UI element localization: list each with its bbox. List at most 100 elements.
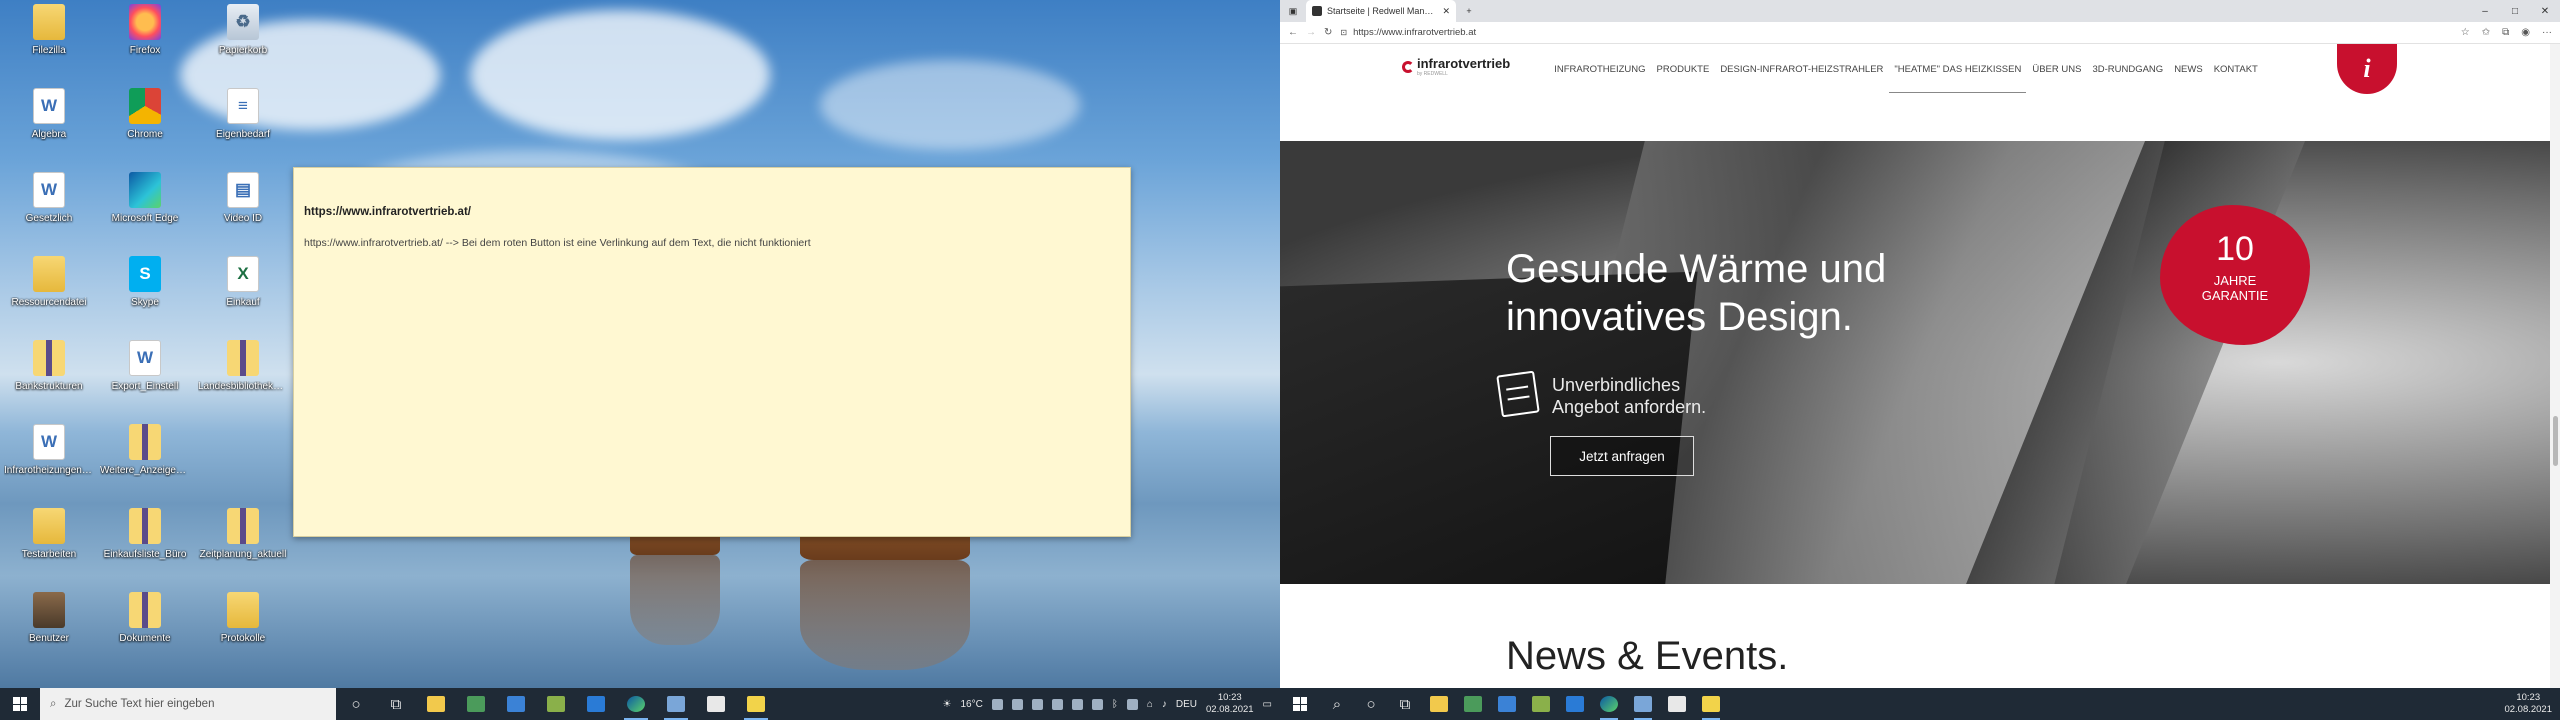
desktop-icon[interactable]: Protokolle bbox=[198, 592, 288, 674]
close-icon[interactable]: ✕ bbox=[2530, 6, 2560, 17]
desktop-icon[interactable]: Weitere_Anzeigen_Ltd bbox=[100, 424, 190, 506]
desktop-icon[interactable]: Testarbeiten bbox=[4, 508, 94, 590]
nav-item[interactable]: 3D-RUNDGANG bbox=[2092, 64, 2163, 75]
desktop-icon[interactable]: W Infrarotheizungen_Sch... bbox=[4, 424, 94, 506]
start-button[interactable] bbox=[0, 688, 40, 720]
desktop-icon[interactable]: S Skype bbox=[100, 256, 190, 338]
app-icon[interactable] bbox=[1456, 688, 1490, 720]
desktop-icon[interactable]: ♻ Papierkorb bbox=[198, 4, 288, 86]
desktop-icon[interactable]: Microsoft Edge bbox=[100, 172, 190, 254]
badge-number: 10 bbox=[2216, 230, 2254, 268]
desktop-icon[interactable]: Ressourcendatei bbox=[4, 256, 94, 338]
desktop-icon[interactable]: W Algebra bbox=[4, 88, 94, 170]
site-logo[interactable]: infrarotvertrieb by REDWELL bbox=[1402, 56, 1510, 77]
edge-taskbar-icon[interactable] bbox=[616, 688, 656, 720]
desktop-icon[interactable]: Firefox bbox=[100, 4, 190, 86]
maximize-icon[interactable]: □ bbox=[2500, 6, 2530, 17]
refresh-icon[interactable]: ↻ bbox=[1324, 27, 1332, 38]
desktop-icon[interactable]: W Export_Einstell bbox=[100, 340, 190, 422]
notifications-icon[interactable]: ▭ bbox=[1263, 699, 1272, 710]
desktop-icon[interactable]: X Einkauf bbox=[198, 256, 288, 338]
app-icon[interactable] bbox=[1626, 688, 1660, 720]
task-view-icon[interactable]: ⧉ bbox=[376, 688, 416, 720]
mail-icon[interactable] bbox=[1490, 688, 1524, 720]
clock[interactable]: 10:23 02.08.2021 bbox=[1206, 692, 1254, 716]
page-scrollbar[interactable] bbox=[2550, 44, 2560, 688]
desktop-icon[interactable]: W Gesetzlich bbox=[4, 172, 94, 254]
mail-icon[interactable] bbox=[496, 688, 536, 720]
remote-desktop-icon[interactable] bbox=[1558, 688, 1592, 720]
desktop-icon[interactable]: Benutzer bbox=[4, 592, 94, 674]
desktop-icon[interactable]: Chrome bbox=[100, 88, 190, 170]
minimize-icon[interactable]: – bbox=[2470, 6, 2500, 17]
app-icon[interactable] bbox=[536, 688, 576, 720]
search-icon[interactable]: ⌕ bbox=[1320, 688, 1354, 720]
desktop-icon-label: Protokolle bbox=[220, 633, 266, 644]
tray-icon[interactable] bbox=[1011, 698, 1023, 710]
nav-item[interactable]: PRODUKTE bbox=[1657, 64, 1710, 75]
favorites-icon[interactable]: ✩ bbox=[2482, 27, 2490, 38]
app-icon[interactable] bbox=[456, 688, 496, 720]
more-icon[interactable]: ··· bbox=[2542, 27, 2552, 38]
browser-tab[interactable]: Startseite | Redwell Manufaktur G... ✕ bbox=[1306, 0, 1456, 22]
desktop-icon[interactable]: Zeitplanung_aktuell bbox=[198, 508, 288, 590]
desktop-icon[interactable]: Filezilla bbox=[4, 4, 94, 86]
desktop-icon-label: Chrome bbox=[127, 129, 163, 140]
tray-icon[interactable] bbox=[1071, 698, 1083, 710]
zip-icon bbox=[129, 424, 161, 460]
app-icon[interactable] bbox=[656, 688, 696, 720]
nav-item[interactable]: ÜBER UNS bbox=[2032, 64, 2081, 75]
desktop-icon[interactable]: Landesbibliothek_Sa... bbox=[198, 340, 288, 422]
tray-icon[interactable] bbox=[1091, 698, 1103, 710]
file-explorer-icon[interactable] bbox=[416, 688, 456, 720]
tray-icon[interactable] bbox=[991, 698, 1003, 710]
firefox-icon bbox=[129, 4, 161, 40]
cortana-icon[interactable]: ○ bbox=[1354, 688, 1388, 720]
info-button[interactable]: i bbox=[2337, 44, 2397, 94]
sticky-note[interactable]: https://www.infrarotvertrieb.at/ https:/… bbox=[293, 167, 1131, 537]
request-quote-button[interactable]: Jetzt anfragen bbox=[1550, 436, 1694, 476]
volume-icon[interactable]: ♪ bbox=[1162, 699, 1167, 710]
notepad-icon[interactable] bbox=[1660, 688, 1694, 720]
new-tab-button[interactable]: + bbox=[1456, 6, 1482, 16]
nav-item[interactable]: KONTAKT bbox=[2214, 64, 2258, 75]
read-aloud-icon[interactable]: ☆ bbox=[2461, 27, 2470, 38]
nav-item[interactable]: NEWS bbox=[2174, 64, 2203, 75]
start-button[interactable] bbox=[1280, 688, 1320, 720]
app-icon[interactable] bbox=[1524, 688, 1558, 720]
sticky-notes-icon[interactable] bbox=[736, 688, 776, 720]
task-view-icon[interactable]: ⧉ bbox=[1388, 688, 1422, 720]
cortana-icon[interactable]: ○ bbox=[336, 688, 376, 720]
tab-actions-icon[interactable]: ▣ bbox=[1280, 6, 1306, 17]
tray-icon[interactable] bbox=[1126, 698, 1138, 710]
profile-icon[interactable]: ◉ bbox=[2521, 27, 2530, 38]
windows-icon bbox=[13, 697, 27, 711]
file-explorer-icon[interactable] bbox=[1422, 688, 1456, 720]
nav-item[interactable]: DESIGN-INFRAROT-HEIZSTRAHLER bbox=[1720, 64, 1883, 75]
tray-icon[interactable] bbox=[1051, 698, 1063, 710]
system-tray: ☀ 16°C ᛒ ⌂ ♪ DEU 10:23 02.08.2021 ▭ bbox=[943, 692, 1280, 716]
back-icon[interactable]: ← bbox=[1288, 27, 1298, 38]
taskbar-search[interactable]: ⌕ Zur Suche Text hier eingeben bbox=[40, 688, 336, 720]
language-indicator[interactable]: DEU bbox=[1176, 699, 1197, 710]
forward-icon[interactable]: → bbox=[1306, 27, 1316, 38]
desktop-icon[interactable]: Einkaufsliste_Büro bbox=[100, 508, 190, 590]
nav-item[interactable]: INFRAROTHEIZUNG bbox=[1554, 64, 1645, 75]
desktop-icon[interactable]: ▤ Video ID bbox=[198, 172, 288, 254]
bluetooth-icon[interactable]: ᛒ bbox=[1112, 699, 1118, 710]
warranty-badge[interactable]: 10 JAHRE GARANTIE bbox=[2160, 205, 2310, 345]
collections-icon[interactable]: ⧉ bbox=[2502, 27, 2509, 38]
edge-taskbar-icon[interactable] bbox=[1592, 688, 1626, 720]
desktop-icon[interactable]: ≡ Eigenbedarf bbox=[198, 88, 288, 170]
url-field[interactable]: ⊡ https://www.infrarotvertrieb.at bbox=[1340, 27, 2452, 38]
desktop-icon[interactable]: Bankstrukturen bbox=[4, 340, 94, 422]
remote-desktop-icon[interactable] bbox=[576, 688, 616, 720]
nav-item[interactable]: "HEATME" DAS HEIZKISSEN bbox=[1889, 64, 2027, 93]
clock[interactable]: 10:23 02.08.2021 bbox=[2504, 692, 2552, 716]
tray-icon[interactable] bbox=[1031, 698, 1043, 710]
sticky-notes-icon[interactable] bbox=[1694, 688, 1728, 720]
tab-close-icon[interactable]: ✕ bbox=[1442, 6, 1450, 17]
notepad-icon[interactable] bbox=[696, 688, 736, 720]
network-icon[interactable]: ⌂ bbox=[1147, 699, 1153, 710]
desktop-icon[interactable]: Dokumente bbox=[100, 592, 190, 674]
